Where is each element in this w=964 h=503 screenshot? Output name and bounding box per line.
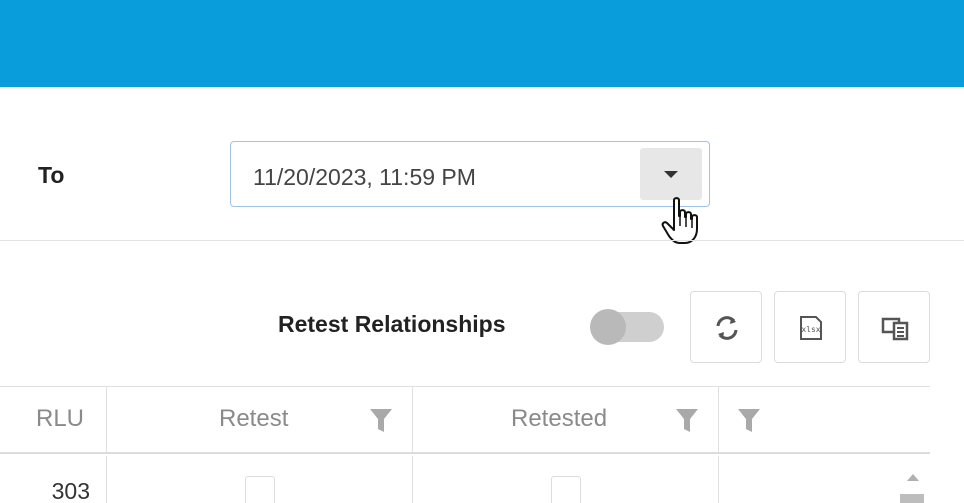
datetime-dropdown-button[interactable] (640, 148, 702, 200)
xlsx-export-icon: xlsx (800, 316, 822, 340)
retested-checkbox[interactable] (551, 476, 581, 503)
table-row[interactable]: 303 (0, 456, 930, 503)
retested-cell (413, 456, 719, 503)
column-header-label: Retest (219, 405, 289, 432)
section-divider (0, 240, 964, 241)
caret-down-icon (664, 171, 678, 178)
scroll-up-arrow-icon[interactable] (907, 474, 919, 481)
retest-cell (107, 456, 413, 503)
filter-funnel-icon[interactable] (369, 407, 393, 433)
grid-header-row: RLU Retest Retested (0, 386, 930, 454)
filter-funnel-icon[interactable] (675, 407, 699, 433)
column-chooser-icon (881, 317, 909, 341)
column-header-unnamed[interactable] (719, 387, 930, 453)
to-label: To (38, 162, 65, 188)
filter-funnel-icon[interactable] (737, 407, 761, 433)
column-header-retested[interactable]: Retested (413, 387, 719, 453)
refresh-icon (716, 316, 738, 340)
column-header-label: RLU (36, 405, 85, 432)
hand-pointer-cursor-icon (661, 197, 698, 244)
scrollbar-thumb[interactable] (900, 494, 924, 503)
xlsx-icon-text: xlsx (801, 325, 820, 334)
to-datetime-picker[interactable]: 11/20/2023, 11:59 PM (230, 141, 710, 207)
rlu-value: 303 (51, 478, 90, 503)
switch-knob[interactable] (590, 309, 626, 345)
vertical-scrollbar[interactable] (895, 456, 930, 503)
column-header-rlu[interactable]: RLU (0, 387, 107, 453)
to-datetime-input[interactable]: 11/20/2023, 11:59 PM (253, 164, 476, 191)
export-xlsx-button[interactable]: xlsx (774, 291, 846, 363)
retest-relationships-label: Retest Relationships (278, 311, 506, 337)
rlu-cell: 303 (0, 456, 107, 503)
column-chooser-button[interactable] (858, 291, 930, 363)
app-header-bar (0, 0, 964, 87)
column-header-retest[interactable]: Retest (107, 387, 413, 453)
retest-checkbox[interactable] (245, 476, 275, 503)
retest-relationships-switch[interactable] (590, 309, 664, 345)
refresh-button[interactable] (690, 291, 762, 363)
column-header-label: Retested (511, 405, 608, 432)
